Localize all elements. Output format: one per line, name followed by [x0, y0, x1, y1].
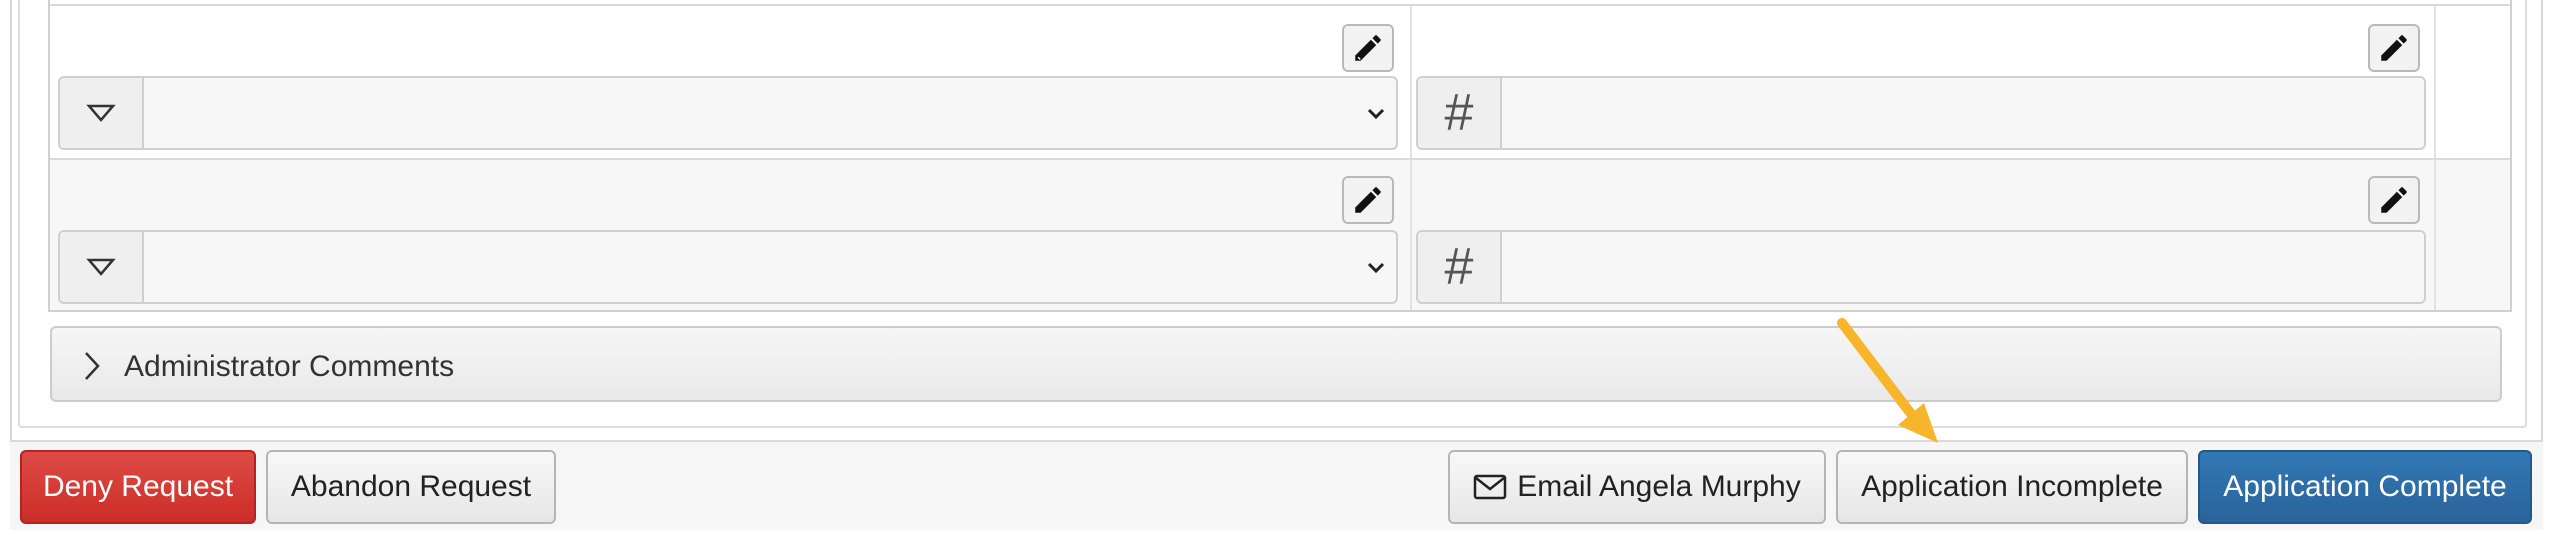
number-field[interactable]: # — [1416, 76, 2426, 150]
triangle-down-icon — [86, 258, 116, 276]
hash-icon: # — [1418, 78, 1502, 148]
triangle-down-icon — [86, 104, 116, 122]
column-divider — [1410, 6, 1412, 158]
number-input[interactable] — [1508, 78, 2424, 148]
select-addon — [60, 232, 144, 302]
edit-button[interactable] — [2368, 24, 2420, 72]
deny-request-button[interactable]: Deny Request — [20, 450, 256, 524]
edit-button[interactable] — [1342, 176, 1394, 224]
field-grid: # # — [48, 0, 2512, 312]
select-field[interactable] — [58, 76, 1398, 150]
column-divider — [2434, 160, 2436, 310]
hash-icon: # — [1418, 232, 1502, 302]
application-complete-button[interactable]: Application Complete — [2198, 450, 2532, 524]
grid-row: # — [50, 4, 2510, 158]
email-button[interactable]: Email Angela Murphy — [1448, 450, 1826, 524]
select-value[interactable] — [150, 232, 1336, 302]
chevron-right-icon — [85, 352, 100, 380]
column-divider — [2434, 6, 2436, 158]
administrator-comments-accordion[interactable]: Administrator Comments — [50, 326, 2502, 402]
select-addon — [60, 78, 144, 148]
chevron-down-icon[interactable] — [1362, 254, 1390, 282]
select-value[interactable] — [150, 78, 1336, 148]
pencil-icon — [2381, 187, 2407, 213]
chevron-down-icon[interactable] — [1362, 100, 1390, 128]
grid-row: # — [50, 158, 2510, 310]
envelope-icon — [1474, 474, 1507, 500]
pencil-icon — [1355, 187, 1381, 213]
application-incomplete-button[interactable]: Application Incomplete — [1836, 450, 2188, 524]
accordion-label: Administrator Comments — [124, 350, 455, 383]
number-field[interactable]: # — [1416, 230, 2426, 304]
abandon-request-button[interactable]: Abandon Request — [266, 450, 556, 524]
number-input[interactable] — [1508, 232, 2424, 302]
arrow-annotation-icon — [1837, 318, 1938, 443]
email-button-label: Email Angela Murphy — [1517, 470, 1801, 503]
select-field[interactable] — [58, 230, 1398, 304]
pencil-icon — [2381, 35, 2407, 61]
column-divider — [1410, 160, 1412, 310]
pencil-icon — [1355, 35, 1381, 61]
edit-button[interactable] — [1342, 24, 1394, 72]
edit-button[interactable] — [2368, 176, 2420, 224]
